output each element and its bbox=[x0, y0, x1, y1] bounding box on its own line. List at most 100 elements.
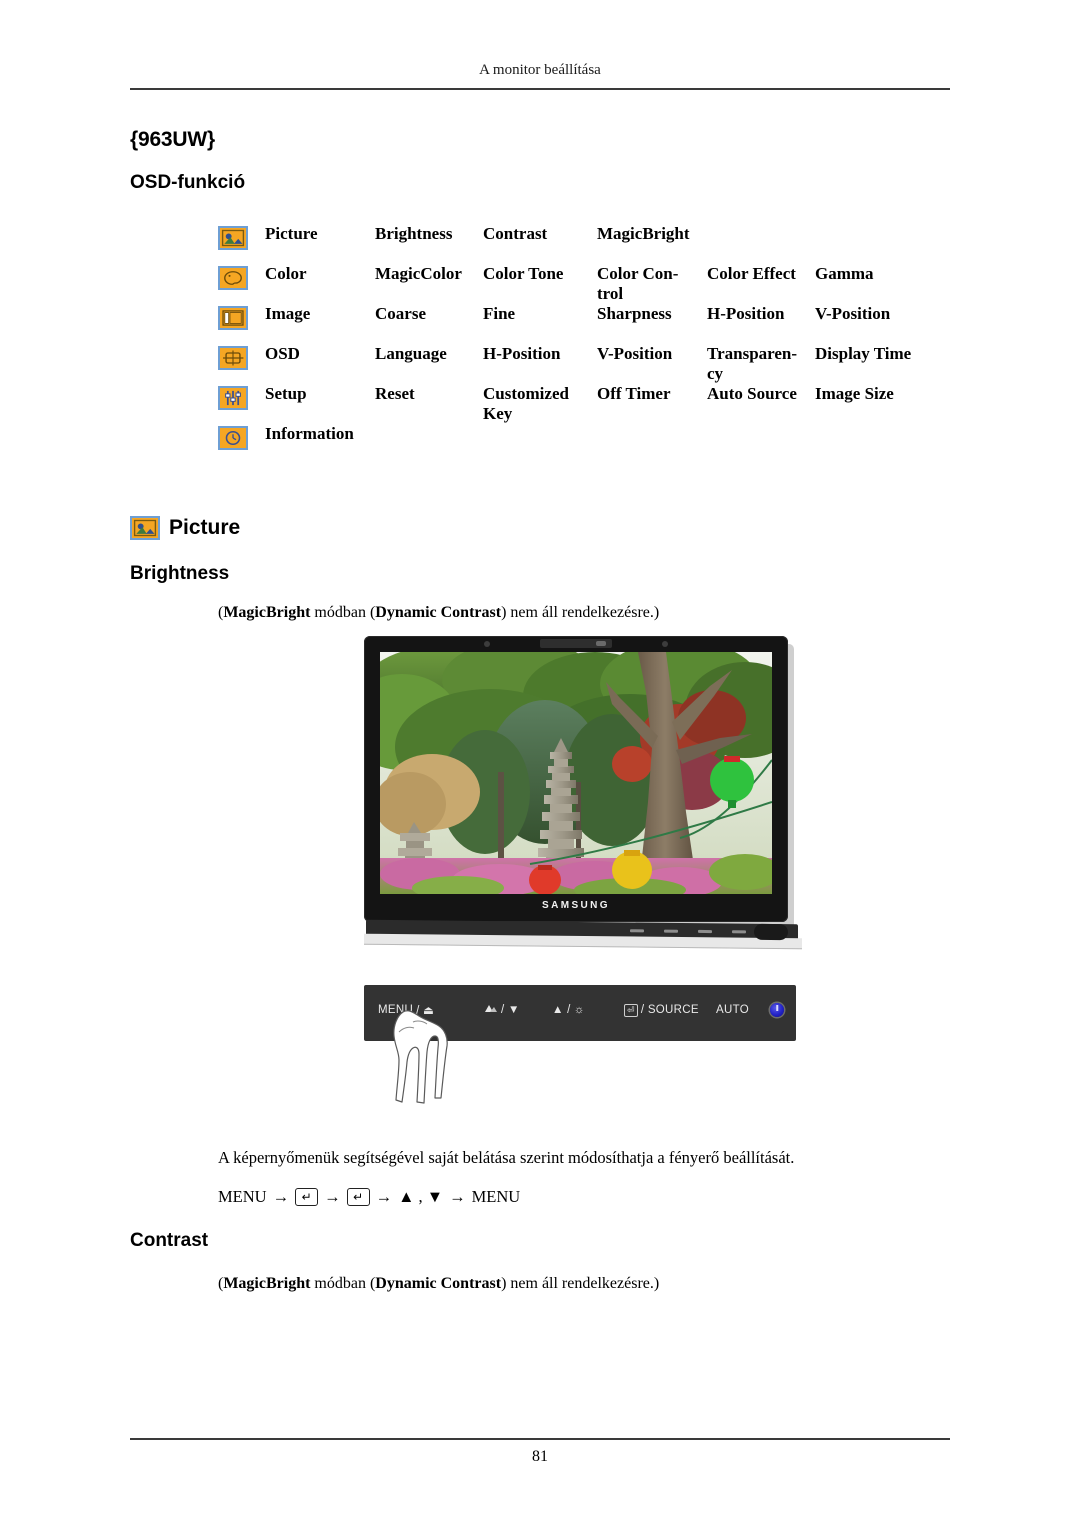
magicbright-down-button[interactable]: / ▼ bbox=[484, 1003, 552, 1017]
menu-navigation-sequence: MENU → ↵ → ↵ → ▲ , ▼ → MENU bbox=[218, 1187, 520, 1207]
picture-section-heading: Picture bbox=[130, 516, 240, 540]
osd-cell: Gamma bbox=[815, 264, 874, 283]
arrow-icon: → bbox=[324, 1187, 341, 1206]
auto-button[interactable]: AUTO bbox=[716, 1004, 770, 1016]
osd-cell: Transparen-cy bbox=[707, 344, 798, 383]
table-row: Image Coarse Fine Sharpness H-Position V… bbox=[218, 304, 958, 344]
picture-icon bbox=[130, 516, 160, 540]
brightness-note: (MagicBright módban (Dynamic Contrast) n… bbox=[218, 604, 659, 622]
magicbright-icon bbox=[484, 1003, 498, 1017]
magicbright-down-label: / ▼ bbox=[501, 1004, 520, 1016]
information-icon bbox=[218, 424, 265, 450]
monitor-brand-logo: SAMSUNG bbox=[542, 900, 610, 911]
note-mid: módban ( bbox=[310, 1275, 376, 1292]
contrast-note: (MagicBright módban (Dynamic Contrast) n… bbox=[218, 1275, 659, 1293]
osd-cell: MagicBright bbox=[597, 224, 690, 243]
exit-icon: / ⏏ bbox=[416, 1005, 435, 1017]
base-button bbox=[664, 929, 678, 933]
osd-cell: Color Con-trol bbox=[597, 264, 679, 303]
note-magicbright: MagicBright bbox=[223, 1275, 311, 1292]
osd-cell: Coarse bbox=[375, 304, 426, 323]
note-tail: ) nem áll rendelkezésre.) bbox=[501, 1275, 660, 1292]
menu-seq-start: MENU bbox=[218, 1187, 267, 1206]
note-dynamic-contrast: Dynamic Contrast bbox=[375, 1275, 502, 1292]
monitor-illustration: SAMSUNG bbox=[364, 636, 802, 956]
osd-cell: V-Position bbox=[815, 304, 891, 323]
monitor-webcam-bar bbox=[540, 639, 612, 648]
picture-icon bbox=[218, 224, 265, 250]
osd-cell: H-Position bbox=[483, 344, 561, 363]
base-button bbox=[732, 929, 746, 933]
osd-row-label: OSD bbox=[265, 344, 300, 363]
note-tail: ) nem áll rendelkezésre.) bbox=[501, 604, 660, 621]
power-icon bbox=[770, 1003, 784, 1017]
monitor-sensor-right bbox=[662, 641, 668, 647]
base-button bbox=[630, 928, 644, 932]
arrow-icon: → bbox=[375, 1187, 393, 1206]
note-mid: módban ( bbox=[310, 604, 376, 621]
osd-cell: Color Tone bbox=[483, 264, 564, 283]
brightness-description: A képernyőmenük segítségével saját belát… bbox=[218, 1148, 795, 1167]
enter-source-button[interactable]: ⏎ / SOURCE bbox=[624, 1003, 716, 1017]
source-label: / SOURCE bbox=[640, 1004, 699, 1016]
menu-button[interactable]: MENU / ⏏ bbox=[378, 1003, 484, 1017]
page-number: 81 bbox=[532, 1448, 548, 1465]
osd-cell: Image Size bbox=[815, 384, 894, 403]
osd-row-label: Image bbox=[265, 304, 311, 323]
enter-icon: ↵ bbox=[295, 1188, 319, 1206]
osd-function-table: Picture Brightness Contrast MagicBright … bbox=[218, 224, 958, 464]
osd-row-label: Information bbox=[265, 424, 354, 443]
running-header: A monitor beállítása bbox=[479, 62, 601, 78]
osd-cell: Fine bbox=[483, 304, 516, 323]
setup-icon bbox=[218, 384, 265, 410]
osd-cell: Reset bbox=[375, 384, 415, 403]
page-title: Picture bbox=[169, 516, 241, 539]
osd-cell: Display Time bbox=[815, 344, 912, 363]
arrow-icon: → bbox=[449, 1187, 466, 1206]
table-row: Color MagicColor Color Tone Color Con-tr… bbox=[218, 264, 958, 304]
section-title-osd-function: OSD-funkció bbox=[130, 172, 246, 193]
note-dynamic-contrast: Dynamic Contrast bbox=[375, 604, 502, 621]
note-magicbright: MagicBright bbox=[223, 604, 311, 621]
osd-row-label: Setup bbox=[265, 384, 307, 403]
table-row: Picture Brightness Contrast MagicBright bbox=[218, 224, 958, 264]
menu-seq-end: MENU bbox=[471, 1187, 521, 1206]
model-title: {963UW} bbox=[130, 128, 215, 151]
updown-arrows-icon: ▲ , ▼ bbox=[398, 1187, 444, 1206]
osd-cell: V-Position bbox=[597, 344, 673, 363]
osd-cell: Brightness bbox=[375, 224, 453, 243]
up-brightness-button[interactable]: ▲ / ☼ bbox=[552, 1004, 624, 1016]
monitor-base-knob bbox=[754, 923, 788, 941]
enter-icon: ↵ bbox=[346, 1188, 370, 1206]
osd-cell: Auto Source bbox=[707, 384, 797, 403]
osd-cell: Language bbox=[375, 344, 447, 363]
brightness-icon: ☼ bbox=[573, 1004, 585, 1016]
header-divider bbox=[130, 88, 950, 90]
osd-cell: Contrast bbox=[483, 224, 548, 243]
osd-cell: H-Position bbox=[707, 304, 785, 323]
monitor-control-panel: MENU / ⏏ / ▼ ▲ / ☼ ⏎ / SOURCE AUTO bbox=[364, 985, 796, 1041]
osd-cell: Sharpness bbox=[597, 304, 672, 323]
power-button[interactable] bbox=[770, 1003, 784, 1017]
monitor-bezel: SAMSUNG bbox=[364, 636, 788, 922]
color-icon bbox=[218, 264, 265, 290]
osd-row-label: Picture bbox=[265, 224, 318, 243]
brightness-subheading: Brightness bbox=[130, 563, 230, 584]
monitor-screen bbox=[380, 652, 772, 894]
table-row: OSD Language H-Position V-Position Trans… bbox=[218, 344, 958, 384]
monitor-sensor-left bbox=[484, 641, 490, 647]
osd-cell: MagicColor bbox=[375, 264, 462, 283]
osd-cell: Customized Key bbox=[483, 384, 569, 423]
garden-photo bbox=[380, 652, 772, 894]
table-row: Setup Reset Customized Key Off Timer Aut… bbox=[218, 384, 958, 424]
arrow-icon: → bbox=[272, 1187, 290, 1206]
osd-row-label: Color bbox=[265, 264, 307, 283]
osd-cell: Color Effect bbox=[707, 264, 796, 283]
enter-icon: ⏎ bbox=[624, 1003, 638, 1017]
osd-cell: Off Timer bbox=[597, 384, 671, 403]
image-icon bbox=[218, 304, 265, 330]
table-row: Information bbox=[218, 424, 958, 464]
osd-menu-icon bbox=[218, 344, 265, 370]
magicbright-glyph bbox=[485, 1005, 497, 1012]
contrast-subheading: Contrast bbox=[130, 1230, 209, 1251]
